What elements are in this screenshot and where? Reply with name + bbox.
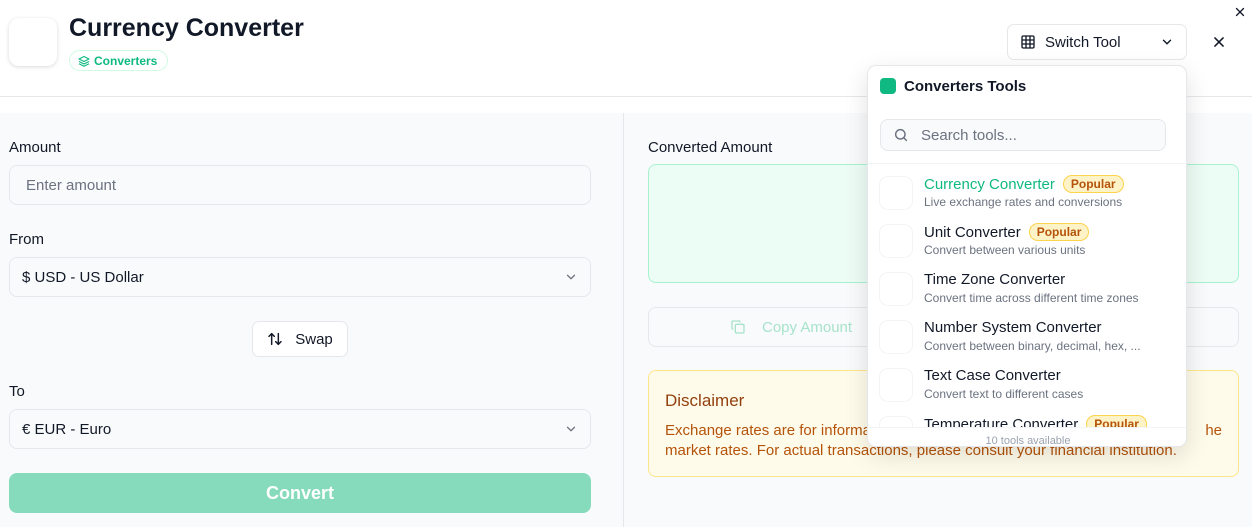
tool-icon <box>880 273 912 305</box>
amount-placeholder: Enter amount <box>26 176 117 194</box>
tool-item-number-system-converter[interactable]: Number System Converter Convert between … <box>868 315 1186 363</box>
copy-amount-label: Copy Amount <box>762 318 853 336</box>
switch-tool-label: Switch Tool <box>1045 33 1121 51</box>
tool-item-currency-converter[interactable]: Currency Converter Popular Live exchange… <box>868 171 1186 219</box>
close-icon <box>1235 7 1245 17</box>
popular-badge: Popular <box>1086 415 1147 427</box>
tool-icon <box>880 417 912 427</box>
tool-name-row: Unit Converter Popular <box>924 223 1090 241</box>
copy-icon <box>731 320 745 334</box>
tool-name-row: Currency Converter Popular <box>924 175 1124 193</box>
to-currency-value: € EUR - Euro <box>22 420 112 438</box>
tool-name-row: Time Zone Converter <box>924 271 1065 288</box>
tool-icon <box>880 369 912 401</box>
dropdown-header: Converters Tools <box>868 66 1186 106</box>
app-logo <box>9 18 57 66</box>
tool-icon <box>880 225 912 257</box>
tool-name: Unit Converter <box>924 223 1021 241</box>
tool-count: 10 tools available <box>868 427 1186 446</box>
layers-icon <box>78 55 90 67</box>
tool-name-row: Number System Converter <box>924 319 1102 336</box>
tool-item-unit-converter[interactable]: Unit Converter Popular Convert between v… <box>868 219 1186 267</box>
tool-name: Temperature Converter <box>924 415 1079 428</box>
search-icon <box>894 128 908 142</box>
popular-badge: Popular <box>1028 223 1090 241</box>
tool-name: Number System Converter <box>924 319 1102 336</box>
category-badge[interactable]: Converters <box>69 50 169 71</box>
tool-item-temperature-converter[interactable]: Temperature Converter Popular <box>868 411 1186 427</box>
close-button[interactable] <box>1208 31 1230 53</box>
converted-amount-label: Converted Amount <box>648 139 773 156</box>
switch-tool-button[interactable]: Switch Tool <box>1007 24 1187 60</box>
swap-arrows-icon <box>268 332 282 346</box>
tool-description: Convert between various units <box>924 243 1086 257</box>
chevron-down-icon <box>1162 39 1172 45</box>
tool-name: Text Case Converter <box>924 367 1061 384</box>
amount-label: Amount <box>9 139 61 156</box>
chevron-down-icon <box>566 274 576 280</box>
tool-name-row: Text Case Converter <box>924 367 1061 384</box>
tool-item-time-zone-converter[interactable]: Time Zone Converter Convert time across … <box>868 267 1186 315</box>
tool-name: Currency Converter <box>924 175 1055 193</box>
popular-badge: Popular <box>1062 175 1124 193</box>
switch-tool-dropdown: Converters Tools Search tools... Currenc… <box>867 65 1187 447</box>
tool-name-row: Temperature Converter Popular <box>924 415 1147 427</box>
column-divider <box>623 113 624 527</box>
swap-label: Swap <box>295 330 333 348</box>
tool-name: Time Zone Converter <box>924 271 1066 288</box>
to-currency-select[interactable]: € EUR - Euro <box>9 409 591 449</box>
to-label: To <box>9 383 25 400</box>
window-close-button[interactable] <box>1232 4 1248 20</box>
dropdown-divider <box>868 163 1186 164</box>
category-badge-label: Converters <box>94 53 158 68</box>
category-color-swatch <box>880 78 896 94</box>
disclaimer-line-1-end: he <box>1205 422 1222 439</box>
tool-list: Currency Converter Popular Live exchange… <box>868 171 1186 427</box>
amount-input[interactable]: Enter amount <box>9 165 591 205</box>
from-label: From <box>9 231 44 248</box>
grid-icon <box>1021 35 1035 49</box>
disclaimer-line-1: Exchange rates are for informa <box>665 422 871 439</box>
tool-item-text-case-converter[interactable]: Text Case Converter Convert text to diff… <box>868 363 1186 411</box>
from-currency-select[interactable]: $ USD - US Dollar <box>9 257 591 297</box>
chevron-down-icon <box>566 426 576 432</box>
page-title: Currency Converter <box>69 14 304 42</box>
tool-icon <box>880 177 912 209</box>
convert-button[interactable]: Convert <box>9 473 591 513</box>
tool-description: Convert between binary, decimal, hex, ..… <box>924 339 1141 353</box>
tool-search-input[interactable]: Search tools... <box>880 119 1166 151</box>
swap-button[interactable]: Swap <box>252 321 348 357</box>
tool-description: Convert text to different cases <box>924 387 1084 401</box>
tool-search-placeholder: Search tools... <box>921 126 1017 144</box>
tool-icon <box>880 321 912 353</box>
dropdown-title: Converters Tools <box>904 77 1027 95</box>
from-currency-value: $ USD - US Dollar <box>22 268 144 286</box>
tool-description: Live exchange rates and conversions <box>924 195 1123 209</box>
tool-description: Convert time across different time zones <box>924 291 1139 305</box>
close-icon <box>1214 37 1224 47</box>
